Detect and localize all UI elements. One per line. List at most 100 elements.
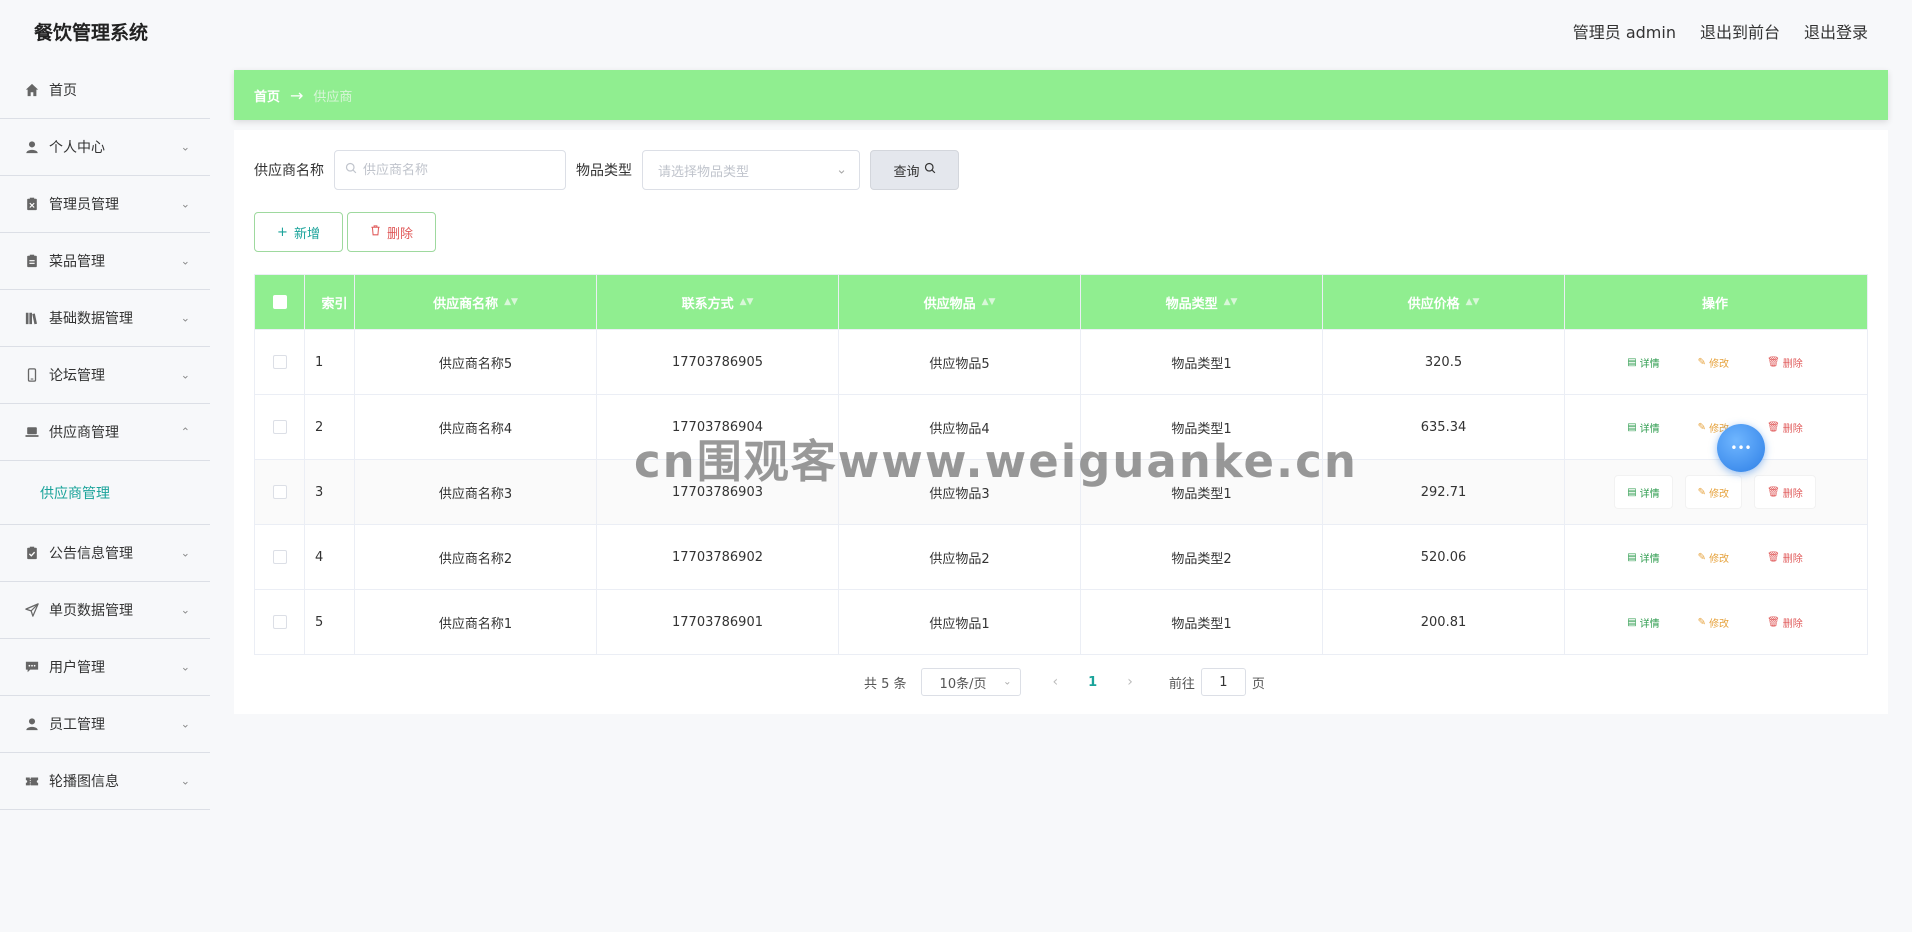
cell-price: 200.81 xyxy=(1323,590,1565,654)
cell-price: 292.71 xyxy=(1323,460,1565,524)
cell-price: 320.5 xyxy=(1323,330,1565,394)
table-row: 2 供应商名称4 17703786904 供应物品4 物品类型1 635.34 … xyxy=(255,394,1867,459)
sidebar-item-notice[interactable]: 公告信息管理 ⌄ xyxy=(0,525,210,582)
detail-button[interactable]: ▤ 详情 xyxy=(1615,476,1672,508)
row-checkbox-cell xyxy=(255,395,305,459)
sort-icon[interactable]: ▲▼ xyxy=(1224,297,1238,307)
sidebar-item-label: 公告信息管理 xyxy=(49,546,133,562)
sidebar-item-carousel[interactable]: 轮播图信息 ⌄ xyxy=(0,753,210,810)
pagination-total: 共 5 条 xyxy=(864,676,907,692)
sidebar-item-forum[interactable]: 论坛管理 ⌄ xyxy=(0,347,210,404)
breadcrumb-current: 供应商 xyxy=(313,89,353,105)
row-checkbox-cell xyxy=(255,525,305,589)
next-page-button[interactable]: › xyxy=(1117,674,1143,690)
pencil-icon: ✎ xyxy=(1697,486,1707,498)
breadcrumb-home[interactable]: 首页 xyxy=(254,86,280,105)
detail-button[interactable]: ▤ 详情 xyxy=(1615,606,1672,638)
sidebar-item-basedata[interactable]: 基础数据管理 ⌄ xyxy=(0,290,210,347)
cell-price: 635.34 xyxy=(1323,395,1565,459)
edit-label: 修改 xyxy=(1709,618,1730,630)
row-checkbox[interactable] xyxy=(272,615,287,629)
sidebar-item-dishes[interactable]: 菜品管理 ⌄ xyxy=(0,233,210,290)
prev-page-button[interactable]: ‹ xyxy=(1043,674,1069,690)
logout-link[interactable]: 退出登录 xyxy=(1804,19,1868,43)
header-price[interactable]: 供应价格 ▲▼ xyxy=(1323,275,1565,329)
chevron-up-icon: ⌃ xyxy=(180,425,190,439)
supplier-name-field[interactable] xyxy=(334,150,566,190)
edit-label: 修改 xyxy=(1709,553,1730,565)
detail-label: 详情 xyxy=(1639,553,1660,565)
column-label: 操作 xyxy=(1701,296,1728,312)
edit-button[interactable]: ✎ 修改 xyxy=(1685,476,1742,508)
cell-item: 供应物品1 xyxy=(839,590,1081,654)
delete-button[interactable]: 🗑 删除 xyxy=(1755,476,1815,508)
sidebar-item-users[interactable]: 用户管理 ⌄ xyxy=(0,639,210,696)
delete-button[interactable]: 🗑 删除 xyxy=(1755,606,1815,638)
page-number-1[interactable]: 1 xyxy=(1088,675,1097,690)
detail-button[interactable]: ▤ 详情 xyxy=(1615,541,1672,573)
sidebar-item-supplier[interactable]: 供应商管理 ⌃ xyxy=(0,404,210,461)
admin-label[interactable]: 管理员 admin xyxy=(1573,19,1676,43)
clipboard-x-icon xyxy=(24,196,40,212)
trash-icon xyxy=(370,224,381,240)
supplier-name-input[interactable] xyxy=(363,162,553,178)
header-item[interactable]: 供应物品 ▲▼ xyxy=(839,275,1081,329)
chevron-down-icon: ⌄ xyxy=(180,717,190,731)
goto-label: 前往 xyxy=(1168,676,1195,692)
sidebar-item-staff[interactable]: 员工管理 ⌄ xyxy=(0,696,210,753)
cell-item: 供应物品3 xyxy=(839,460,1081,524)
table-row: 3 供应商名称3 17703786903 供应物品3 物品类型1 292.71 … xyxy=(255,459,1867,524)
chevron-down-icon: ⌄ xyxy=(180,603,190,617)
detail-button[interactable]: ▤ 详情 xyxy=(1615,346,1672,378)
header-phone[interactable]: 联系方式 ▲▼ xyxy=(597,275,839,329)
row-checkbox[interactable] xyxy=(272,355,287,369)
page-size-select[interactable]: 10条/页 ⌄ xyxy=(920,668,1021,696)
chat-icon xyxy=(24,659,40,675)
cell-price: 520.06 xyxy=(1323,525,1565,589)
sort-icon[interactable]: ▲▼ xyxy=(1466,297,1480,307)
item-type-select[interactable]: 请选择物品类型 ⌄ xyxy=(642,150,860,190)
supplier-name-label: 供应商名称 xyxy=(254,163,324,179)
chevron-down-icon: ⌄ xyxy=(180,254,190,268)
sidebar-item-label: 供应商管理 xyxy=(49,425,119,441)
row-checkbox[interactable] xyxy=(272,550,287,564)
edit-button[interactable]: ✎ 修改 xyxy=(1685,346,1742,378)
edit-button[interactable]: ✎ 修改 xyxy=(1685,606,1742,638)
sidebar-item-personal[interactable]: 个人中心 ⌄ xyxy=(0,119,210,176)
detail-label: 详情 xyxy=(1639,488,1660,500)
phone-icon xyxy=(24,367,40,383)
document-icon: ▤ xyxy=(1627,421,1637,433)
query-button[interactable]: 查询 xyxy=(870,150,959,190)
row-checkbox[interactable] xyxy=(272,485,287,499)
delete-button[interactable]: 🗑 删除 xyxy=(1755,346,1815,378)
delete-button[interactable]: 🗑 删除 xyxy=(1755,541,1815,573)
submenu-item-supplier[interactable]: 供应商管理 xyxy=(0,461,210,525)
sort-icon[interactable]: ▲▼ xyxy=(982,297,996,307)
cell-actions: ▤ 详情 ✎ 修改 🗑 删除 xyxy=(1565,395,1865,459)
detail-button[interactable]: ▤ 详情 xyxy=(1615,411,1672,443)
floating-assist-button[interactable]: ••• xyxy=(1717,424,1765,472)
document-icon: ▤ xyxy=(1627,551,1637,563)
page-jump: 前往 页 xyxy=(1169,668,1265,696)
sort-icon[interactable]: ▲▼ xyxy=(504,297,518,307)
select-all-checkbox[interactable] xyxy=(272,295,287,309)
goto-page-input[interactable] xyxy=(1200,668,1246,696)
home-icon xyxy=(24,82,40,98)
sidebar-item-singlepage[interactable]: 单页数据管理 ⌄ xyxy=(0,582,210,639)
sidebar-item-label: 基础数据管理 xyxy=(49,311,133,327)
row-checkbox[interactable] xyxy=(272,420,287,434)
header-item-type[interactable]: 物品类型 ▲▼ xyxy=(1081,275,1323,329)
sort-icon[interactable]: ▲▼ xyxy=(740,297,754,307)
add-button[interactable]: + 新增 xyxy=(254,212,343,252)
header-supplier-name[interactable]: 供应商名称 ▲▼ xyxy=(355,275,597,329)
cell-phone: 17703786903 xyxy=(597,460,839,524)
sidebar-item-home[interactable]: 首页 xyxy=(0,62,210,119)
sidebar-item-admin[interactable]: 管理员管理 ⌄ xyxy=(0,176,210,233)
exit-front-link[interactable]: 退出到前台 xyxy=(1700,19,1780,43)
edit-button[interactable]: ✎ 修改 xyxy=(1685,541,1742,573)
batch-delete-button[interactable]: 删除 xyxy=(347,212,436,252)
delete-button[interactable]: 🗑 删除 xyxy=(1755,411,1815,443)
cell-supplier-name: 供应商名称3 xyxy=(355,460,597,524)
chevron-down-icon: ⌄ xyxy=(180,546,190,560)
search-row: 供应商名称 物品类型 请选择物品类型 ⌄ 查询 xyxy=(254,150,959,190)
